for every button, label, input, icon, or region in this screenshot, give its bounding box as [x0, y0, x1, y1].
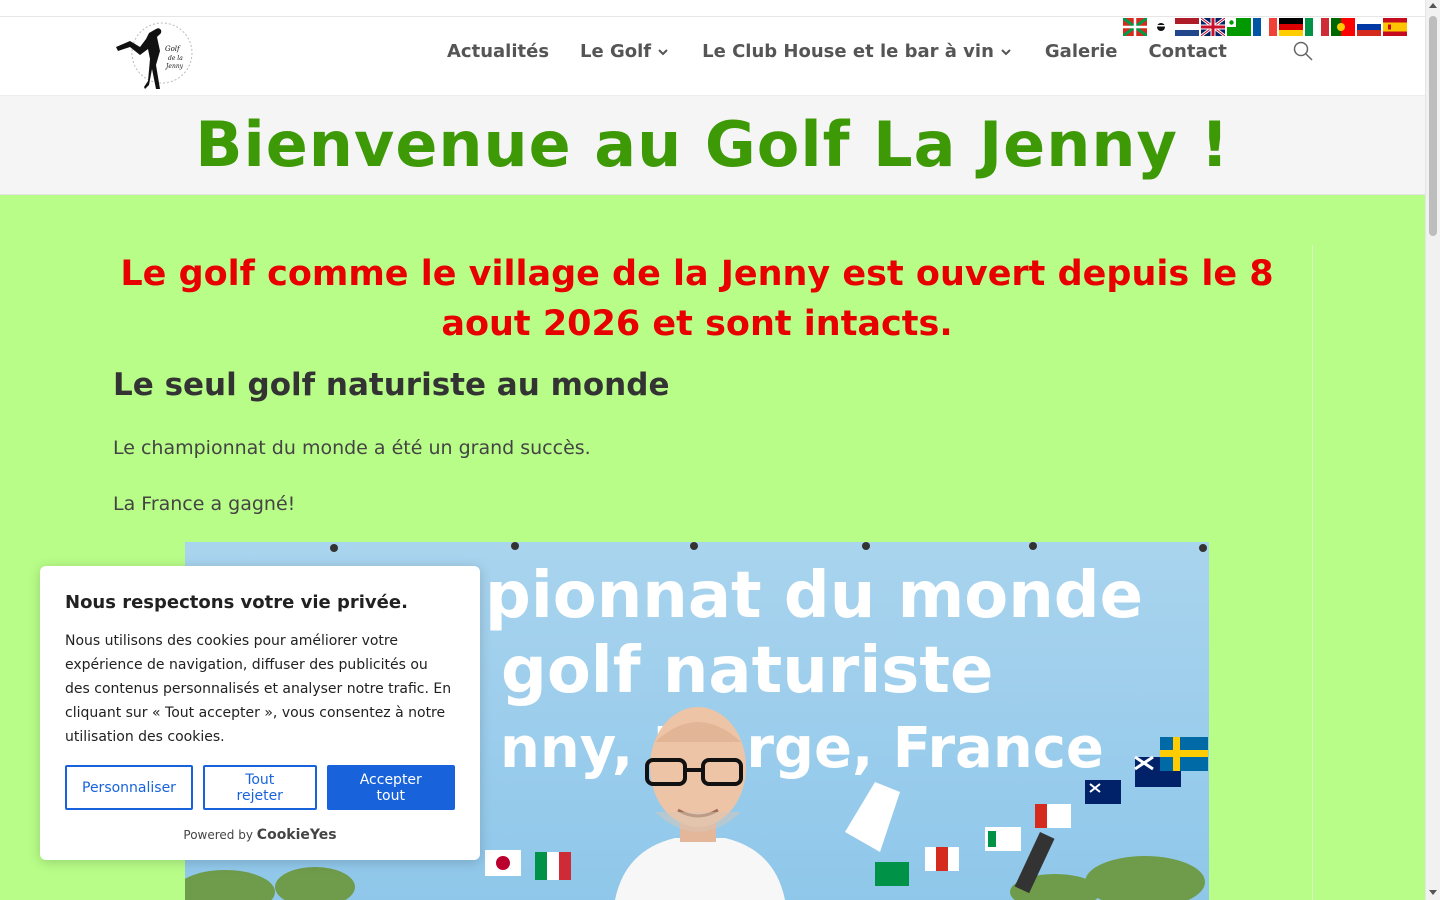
banner-text-line3: nny, Lo rge, France	[500, 716, 1104, 781]
cookie-buttons: Personnaliser Tout rejeter Accepter tout	[65, 765, 455, 810]
nav-item-actualites[interactable]: Actualités	[447, 41, 549, 62]
nav-label: Contact	[1148, 41, 1227, 62]
scroll-down-arrow-icon[interactable]	[1429, 890, 1437, 895]
paragraph-championship: Le championnat du monde a été un grand s…	[113, 437, 591, 459]
nav-item-contact[interactable]: Contact	[1148, 41, 1226, 62]
nav-item-le-golf[interactable]: Le Golf	[580, 41, 669, 62]
nav-label: Le Club House et le bar à vin	[702, 41, 994, 62]
logo-text-line3: Jenny	[164, 63, 184, 70]
main-nav: Actualités Le Golf Le Club House et le b…	[447, 41, 1227, 62]
chevron-down-icon	[1001, 48, 1011, 55]
language-flags	[1123, 18, 1407, 36]
flag-portuguese-icon[interactable]	[1331, 18, 1355, 36]
nav-label: Galerie	[1044, 41, 1118, 62]
cookieyes-logo: CookieYes	[256, 827, 337, 843]
page-title-band: Bienvenue au Golf La Jenny !	[0, 95, 1425, 195]
scroll-thumb[interactable]	[1429, 16, 1437, 236]
nav-item-club-house[interactable]: Le Club House et le bar à vin	[702, 41, 1012, 62]
flag-dutch-icon[interactable]	[1175, 18, 1199, 36]
cookie-title: Nous respectons votre vie privée.	[65, 592, 408, 613]
opening-alert: Le golf comme le village de la Jenny est…	[120, 254, 1274, 344]
banner-text-line2: golf naturiste	[501, 634, 993, 708]
nav-label: Actualités	[447, 41, 550, 62]
powered-by-label: Powered by	[183, 828, 253, 842]
paragraph-france-won: La France a gagné!	[113, 493, 296, 515]
flag-spanish-icon[interactable]	[1383, 18, 1407, 36]
flag-russian-icon[interactable]	[1357, 18, 1381, 36]
flag-german-icon[interactable]	[1279, 18, 1303, 36]
scroll-up-arrow-icon[interactable]	[1429, 3, 1437, 8]
cookie-customize-button[interactable]: Personnaliser	[65, 765, 193, 810]
cookie-consent-banner: Nous respectons votre vie privée. Nous u…	[40, 566, 480, 860]
flag-basque-icon[interactable]	[1123, 18, 1147, 36]
logo-text-line2: de la	[168, 55, 183, 62]
search-icon[interactable]	[1293, 41, 1313, 61]
cookie-description: Nous utilisons des cookies pour améliore…	[65, 633, 452, 745]
cookie-reject-button[interactable]: Tout rejeter	[202, 765, 317, 810]
page-scrollbar[interactable]	[1425, 0, 1440, 900]
sidebar-divider	[1312, 245, 1313, 900]
flag-french-icon[interactable]	[1253, 18, 1277, 36]
golf-logo[interactable]: Golf de la Jenny	[110, 17, 194, 95]
cookie-powered-by[interactable]: Powered by CookieYes	[65, 827, 455, 843]
flag-english-icon[interactable]	[1201, 18, 1225, 36]
nav-item-galerie[interactable]: Galerie	[1045, 41, 1118, 62]
cookie-accept-button[interactable]: Accepter tout	[326, 765, 455, 810]
flag-italian-icon[interactable]	[1305, 18, 1329, 36]
nav-label: Le Golf	[580, 41, 652, 62]
flag-esperanto-icon[interactable]	[1227, 18, 1251, 36]
flag-corsican-icon[interactable]	[1149, 18, 1173, 36]
chevron-down-icon	[658, 48, 668, 55]
section-subtitle: Le seul golf naturiste au monde	[113, 367, 670, 403]
banner-text-line1: pionnat du monde	[485, 559, 1143, 633]
top-strip	[0, 0, 1425, 17]
logo-text-line1: Golf	[165, 45, 181, 53]
page-title: Bienvenue au Golf La Jenny !	[195, 108, 1230, 181]
